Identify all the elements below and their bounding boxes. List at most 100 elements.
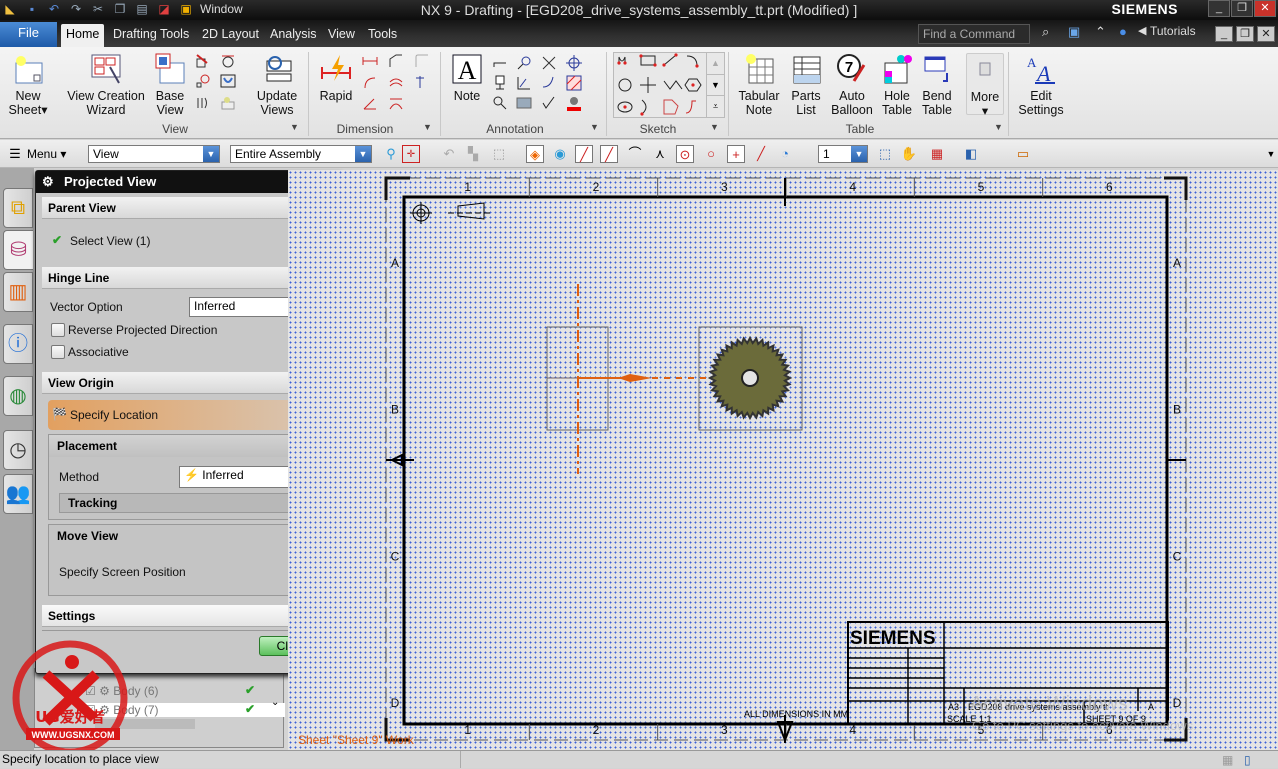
- type-filter-icon[interactable]: ⚲: [382, 145, 400, 163]
- surface-finish-icon[interactable]: [516, 75, 532, 91]
- angular-dimension-icon[interactable]: [362, 95, 378, 111]
- view-boundary-icon[interactable]: [220, 95, 236, 111]
- projected-view-icon[interactable]: [220, 53, 236, 69]
- layout-icon[interactable]: ▦: [928, 145, 946, 163]
- hd3d-tools-tab[interactable]: ⓘ: [3, 324, 33, 364]
- tab-tools[interactable]: Tools: [363, 24, 402, 47]
- reverse-projected-direction-checkbox[interactable]: [51, 323, 65, 337]
- weld-symbol-icon[interactable]: [541, 95, 557, 111]
- break-view-icon[interactable]: [195, 95, 211, 111]
- point-on-surface-snap-icon[interactable]: ◔: [776, 145, 794, 163]
- detail-view-icon[interactable]: [195, 73, 211, 89]
- balloon-icon[interactable]: [516, 55, 532, 71]
- gallery-expand-icon[interactable]: ⩡: [707, 95, 724, 116]
- restore-button[interactable]: ❐: [1231, 0, 1253, 17]
- rapid-dimension-button[interactable]: Rapid: [316, 53, 356, 103]
- work-layer-select[interactable]: 1 ▼: [818, 145, 868, 163]
- drawing-canvas[interactable]: SIEMENS A3 EGD208 drive systems assembly…: [288, 170, 1278, 750]
- tab-home[interactable]: Home: [61, 24, 105, 47]
- auto-balloon-button[interactable]: 7 Auto Balloon: [828, 53, 876, 117]
- dimension-group-more-icon[interactable]: ▼: [423, 122, 432, 132]
- associative-checkbox[interactable]: [51, 345, 65, 359]
- minimize-button[interactable]: _: [1208, 0, 1230, 17]
- center-mark-icon[interactable]: [541, 75, 557, 91]
- view-creation-wizard-button[interactable]: View Creation Wizard: [64, 53, 148, 117]
- tab-drafting-tools[interactable]: Drafting Tools: [108, 24, 194, 47]
- move-view-header[interactable]: Move View⌃: [49, 525, 329, 547]
- cross-icon[interactable]: [541, 55, 557, 71]
- toolbar-options-icon[interactable]: ▼: [1262, 145, 1278, 163]
- close-window-button[interactable]: ✕: [1254, 0, 1276, 17]
- search-icon[interactable]: ⌕: [1042, 24, 1049, 40]
- select-feature-icon[interactable]: ▚: [464, 145, 482, 163]
- scroll-down-icon[interactable]: ⌄: [271, 697, 279, 708]
- hole-table-button[interactable]: Hole Table: [878, 53, 916, 117]
- annotation-group-more-icon[interactable]: ▼: [590, 122, 599, 132]
- datum-feature-symbol-icon[interactable]: [492, 75, 508, 91]
- display-mode-icon[interactable]: ◧: [962, 145, 980, 163]
- doc-close-button[interactable]: ✕: [1257, 26, 1275, 42]
- placement-header[interactable]: Placement⌃: [49, 435, 329, 457]
- reuse-library-tab[interactable]: ▥: [3, 272, 33, 312]
- reverse-projected-direction-label[interactable]: Reverse Projected Direction: [68, 323, 217, 337]
- sketch-group-more-icon[interactable]: ▼: [710, 122, 719, 132]
- feature-control-frame-icon[interactable]: [492, 55, 508, 71]
- radial-dimension-icon[interactable]: [362, 74, 378, 90]
- snap-filter-icon[interactable]: ✛: [402, 145, 420, 163]
- select-view-label[interactable]: Select View (1): [70, 234, 150, 248]
- collapse-ribbon-icon[interactable]: ⌃: [1095, 24, 1106, 40]
- tab-view[interactable]: View: [323, 24, 360, 47]
- doc-restore-button[interactable]: ❐: [1236, 26, 1254, 42]
- file-tab[interactable]: File: [0, 22, 57, 47]
- selection-scope-select[interactable]: Entire Assembly ▼: [230, 145, 372, 163]
- image-icon[interactable]: [516, 95, 532, 111]
- more-tables-button[interactable]: More ▾: [966, 53, 1004, 118]
- tabular-note-button[interactable]: Tabular Note: [736, 53, 782, 117]
- gallery-down-icon[interactable]: ▼: [707, 74, 724, 95]
- full-screen-icon[interactable]: ▣: [1068, 24, 1080, 40]
- arc-center-snap-icon[interactable]: ⊙: [676, 145, 694, 163]
- menu-icon[interactable]: ☰: [6, 145, 24, 163]
- help-icon[interactable]: ●: [1119, 24, 1127, 39]
- history-tab[interactable]: ◷: [3, 430, 33, 470]
- point-on-curve-snap-icon[interactable]: ╱: [752, 145, 770, 163]
- target-point-icon[interactable]: [566, 55, 582, 71]
- linear-dimension-icon[interactable]: [362, 53, 378, 69]
- note-button[interactable]: A Note: [450, 53, 484, 103]
- intersection-snap-icon[interactable]: ⋏: [651, 145, 669, 163]
- part-navigator-tab[interactable]: ⛁: [3, 230, 33, 270]
- thickness-dimension-icon[interactable]: [388, 74, 404, 90]
- zoom-out-icon[interactable]: [492, 95, 508, 111]
- control-point-snap-icon[interactable]: ⌒: [626, 145, 644, 163]
- existing-point-snap-icon[interactable]: +: [727, 145, 745, 163]
- perimeter-dimension-icon[interactable]: [414, 53, 430, 69]
- quadrant-snap-icon[interactable]: ○: [702, 145, 720, 163]
- selection-box-icon[interactable]: ⬚: [490, 145, 508, 163]
- arc-length-dimension-icon[interactable]: [388, 95, 404, 111]
- ordinate-dimension-icon[interactable]: [414, 74, 430, 90]
- tab-2d-layout[interactable]: 2D Layout: [197, 24, 264, 47]
- full-screen-status-icon[interactable]: ▯: [1244, 752, 1251, 769]
- mid-point-snap-icon[interactable]: ╱: [600, 145, 618, 163]
- gear-icon[interactable]: ⚙: [42, 171, 54, 193]
- snap-enable-icon[interactable]: ◈: [526, 145, 544, 163]
- doc-minimize-button[interactable]: _: [1215, 26, 1233, 42]
- view-group-more-icon[interactable]: ▼: [290, 122, 299, 132]
- chamfer-dimension-icon[interactable]: [388, 53, 404, 69]
- tutorials-link[interactable]: Tutorials: [1150, 24, 1196, 38]
- gallery-up-icon[interactable]: ▲: [707, 53, 724, 74]
- parts-list-button[interactable]: Parts List: [786, 53, 826, 117]
- hatch-icon[interactable]: [566, 75, 582, 91]
- deselect-icon[interactable]: ↶: [440, 145, 458, 163]
- sketch-gallery-scroll[interactable]: ▲ ▼ ⩡: [706, 53, 724, 117]
- base-view-button[interactable]: Base View: [150, 53, 190, 117]
- update-views-button[interactable]: Update Views: [254, 53, 300, 117]
- roles-tab[interactable]: 👥: [3, 474, 33, 514]
- find-command-input[interactable]: Find a Command: [918, 24, 1030, 44]
- assembly-navigator-tab[interactable]: ⧉: [3, 188, 33, 228]
- selection-filter-select[interactable]: View ▼: [88, 145, 220, 163]
- tab-analysis[interactable]: Analysis: [265, 24, 322, 47]
- tracking-subsection-header[interactable]: Tracking⌄: [59, 493, 319, 513]
- pan-icon[interactable]: ✋: [900, 145, 918, 163]
- table-group-more-icon[interactable]: ▼: [994, 122, 1003, 132]
